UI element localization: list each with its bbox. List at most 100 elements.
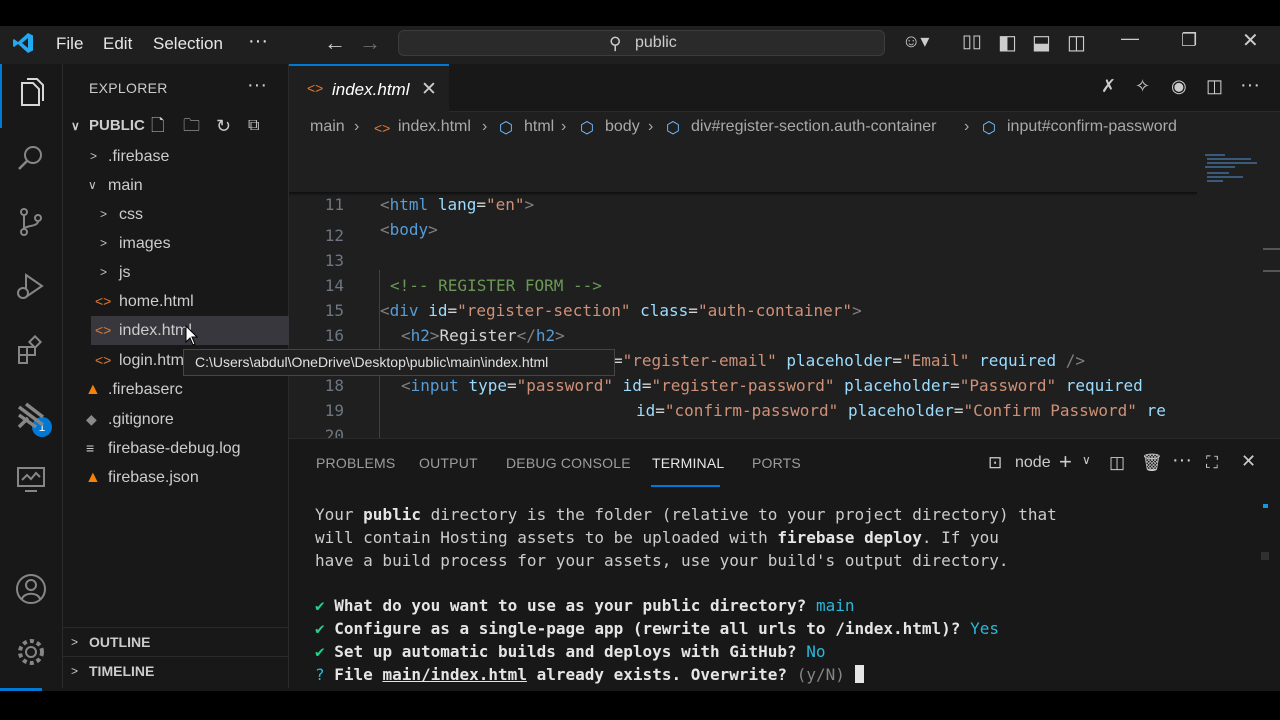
breadcrumb-item[interactable]: body — [605, 118, 640, 136]
search-icon: ⚲ — [609, 34, 622, 53]
close-icon[interactable]: ✕ — [1242, 28, 1259, 53]
copilot-icon[interactable]: ☺▾ — [902, 31, 929, 52]
run-debug-icon[interactable] — [14, 269, 48, 303]
terminal-name[interactable]: node — [1015, 454, 1051, 472]
chevron-right-icon: > — [100, 207, 108, 221]
tab-index-html[interactable]: <> index.html ✕ — [289, 64, 449, 112]
toggle-sidebar-icon[interactable]: ◧ — [998, 30, 1017, 55]
tree-item-css-folder[interactable]: > css — [63, 200, 289, 229]
breadcrumb-item[interactable]: input#confirm-password — [1007, 118, 1177, 136]
tree-item-firebase-json[interactable]: ▲ firebase.json — [63, 463, 289, 492]
breadcrumb-item[interactable]: index.html — [398, 118, 471, 136]
copilot-edits-icon[interactable]: ✗ — [1101, 76, 1116, 97]
chevron-right-icon: > — [71, 664, 79, 678]
terminal-output[interactable]: Your public directory is the folder (rel… — [315, 504, 1265, 686]
chevron-right-icon: › — [648, 118, 654, 135]
minimap-line — [1207, 158, 1251, 160]
breadcrumb-item[interactable]: main — [310, 118, 345, 136]
command-center-search[interactable]: ⚲ public — [398, 30, 885, 56]
new-file-icon[interactable]: 🗋 — [151, 112, 165, 140]
menu-selection[interactable]: Selection — [153, 34, 223, 54]
firebase-file-icon: ▲ — [85, 381, 101, 398]
chevron-down-icon[interactable]: ∨ — [1082, 453, 1091, 467]
record-icon[interactable]: ◉ — [1171, 76, 1187, 97]
tab-terminal[interactable]: TERMINAL — [652, 455, 724, 471]
menu-more-icon[interactable]: ··· — [248, 30, 268, 53]
folder-root-header[interactable]: ∨ PUBLIC 🗋 🗀 ↻ ⧉ — [63, 112, 289, 140]
customize-layout-icon[interactable]: ▯▯ — [962, 31, 982, 52]
split-editor-icon[interactable]: ◫ — [1206, 76, 1223, 97]
chevron-right-icon: › — [561, 118, 567, 135]
sparkle-icon[interactable]: ✧ — [1135, 76, 1150, 97]
menu-edit[interactable]: Edit — [103, 34, 132, 54]
panel-more-icon[interactable]: ··· — [1172, 449, 1192, 472]
breadcrumb-item[interactable]: html — [524, 118, 554, 136]
tab-output[interactable]: OUTPUT — [419, 455, 478, 471]
breadcrumb-item[interactable]: div#register-section.auth-container — [691, 118, 936, 136]
symbol-element-icon: ⬡ — [580, 120, 594, 137]
log-file-icon: ≡ — [86, 440, 95, 456]
code-line: 19 — [289, 373, 1197, 420]
tab-label: index.html — [332, 80, 410, 99]
tree-item-images-folder[interactable]: > images — [63, 229, 289, 258]
tree-item-gitignore[interactable]: ◆ .gitignore — [63, 405, 289, 434]
account-icon[interactable] — [14, 572, 48, 606]
html-file-icon: <> — [307, 80, 324, 96]
tab-debug-console[interactable]: DEBUG CONSOLE — [506, 455, 631, 471]
timeline-label: TIMELINE — [89, 663, 155, 679]
explorer-more-icon[interactable]: ··· — [247, 74, 267, 97]
tree-item-js-folder[interactable]: > js — [63, 258, 289, 287]
minimize-icon[interactable]: — — [1121, 28, 1139, 49]
trash-icon[interactable]: 🗑 — [1141, 453, 1163, 473]
maximize-panel-icon[interactable]: ⛶ — [1206, 453, 1218, 473]
timeline-section-header[interactable]: > TIMELINE — [63, 656, 289, 684]
extensions-icon[interactable] — [14, 334, 48, 368]
minimap[interactable] — [1197, 142, 1280, 438]
refresh-icon[interactable]: ↻ — [216, 112, 231, 140]
tree-item-main-folder[interactable]: ∨ main — [63, 171, 289, 200]
tree-item-firebase-folder[interactable]: > .firebase — [63, 142, 289, 171]
editor-more-icon[interactable]: ··· — [1240, 74, 1260, 97]
remote-monitor-icon[interactable] — [14, 462, 48, 496]
status-bar — [0, 688, 1280, 691]
source-control-icon[interactable] — [14, 205, 48, 239]
tab-close-icon[interactable]: ✕ — [421, 78, 437, 101]
tree-item-firebaserc[interactable]: ▲ .firebaserc — [63, 375, 289, 404]
question-mark-icon: ? — [315, 664, 325, 684]
split-terminal-icon[interactable]: ◫ — [1109, 453, 1125, 473]
active-indicator — [0, 64, 2, 128]
collapse-all-icon[interactable]: ⧉ — [248, 112, 259, 140]
symbol-element-icon: ⬡ — [499, 120, 513, 137]
firebase-icon[interactable] — [14, 399, 48, 433]
tree-item-home-html[interactable]: <> home.html — [63, 287, 289, 316]
new-folder-icon[interactable]: 🗀 — [183, 112, 200, 140]
close-panel-icon[interactable]: ✕ — [1241, 451, 1256, 472]
search-icon[interactable] — [14, 141, 48, 175]
tab-problems[interactable]: PROBLEMS — [316, 455, 395, 471]
toggle-secondary-sidebar-icon[interactable]: ◫ — [1067, 30, 1086, 55]
code-line: 16 <input type="email" id="register-emai… — [289, 298, 1197, 370]
prompt-question: What do you want to use as your public d… — [334, 596, 807, 616]
prompt-file: main/index.html — [382, 664, 527, 684]
file-path-tooltip: C:\Users\abdul\OneDrive\Desktop\public\m… — [183, 349, 615, 376]
prompt-answer: main — [815, 596, 855, 616]
remote-indicator[interactable] — [0, 688, 42, 691]
chevron-down-icon: ∨ — [71, 119, 80, 133]
minimap-line — [1207, 162, 1257, 164]
outline-section-header[interactable]: > OUTLINE — [63, 627, 289, 655]
restore-icon[interactable]: ❐ — [1181, 30, 1197, 51]
settings-gear-icon[interactable] — [14, 635, 48, 669]
menu-file[interactable]: File — [56, 34, 83, 54]
vscode-logo-icon — [13, 33, 33, 53]
bottom-panel: PROBLEMS OUTPUT DEBUG CONSOLE TERMINAL P… — [289, 438, 1280, 688]
new-terminal-icon[interactable]: + — [1059, 449, 1072, 475]
forward-arrow-icon[interactable]: → — [359, 30, 381, 56]
toggle-panel-icon[interactable]: ⬓ — [1032, 30, 1051, 55]
tab-ports[interactable]: PORTS — [752, 455, 801, 471]
tree-item-firebase-debug-log[interactable]: ≡ firebase-debug.log — [63, 434, 289, 463]
code-editor[interactable]: 2 <html lang="en"> 11 <body> 12 13 <!-- … — [289, 142, 1197, 470]
back-arrow-icon[interactable]: ← — [324, 30, 346, 56]
sticky-line: 2 <html lang="en"> — [289, 142, 1197, 214]
explorer-icon[interactable] — [14, 77, 48, 111]
terminal-line: will contain Hosting assets to be upload… — [315, 527, 999, 547]
